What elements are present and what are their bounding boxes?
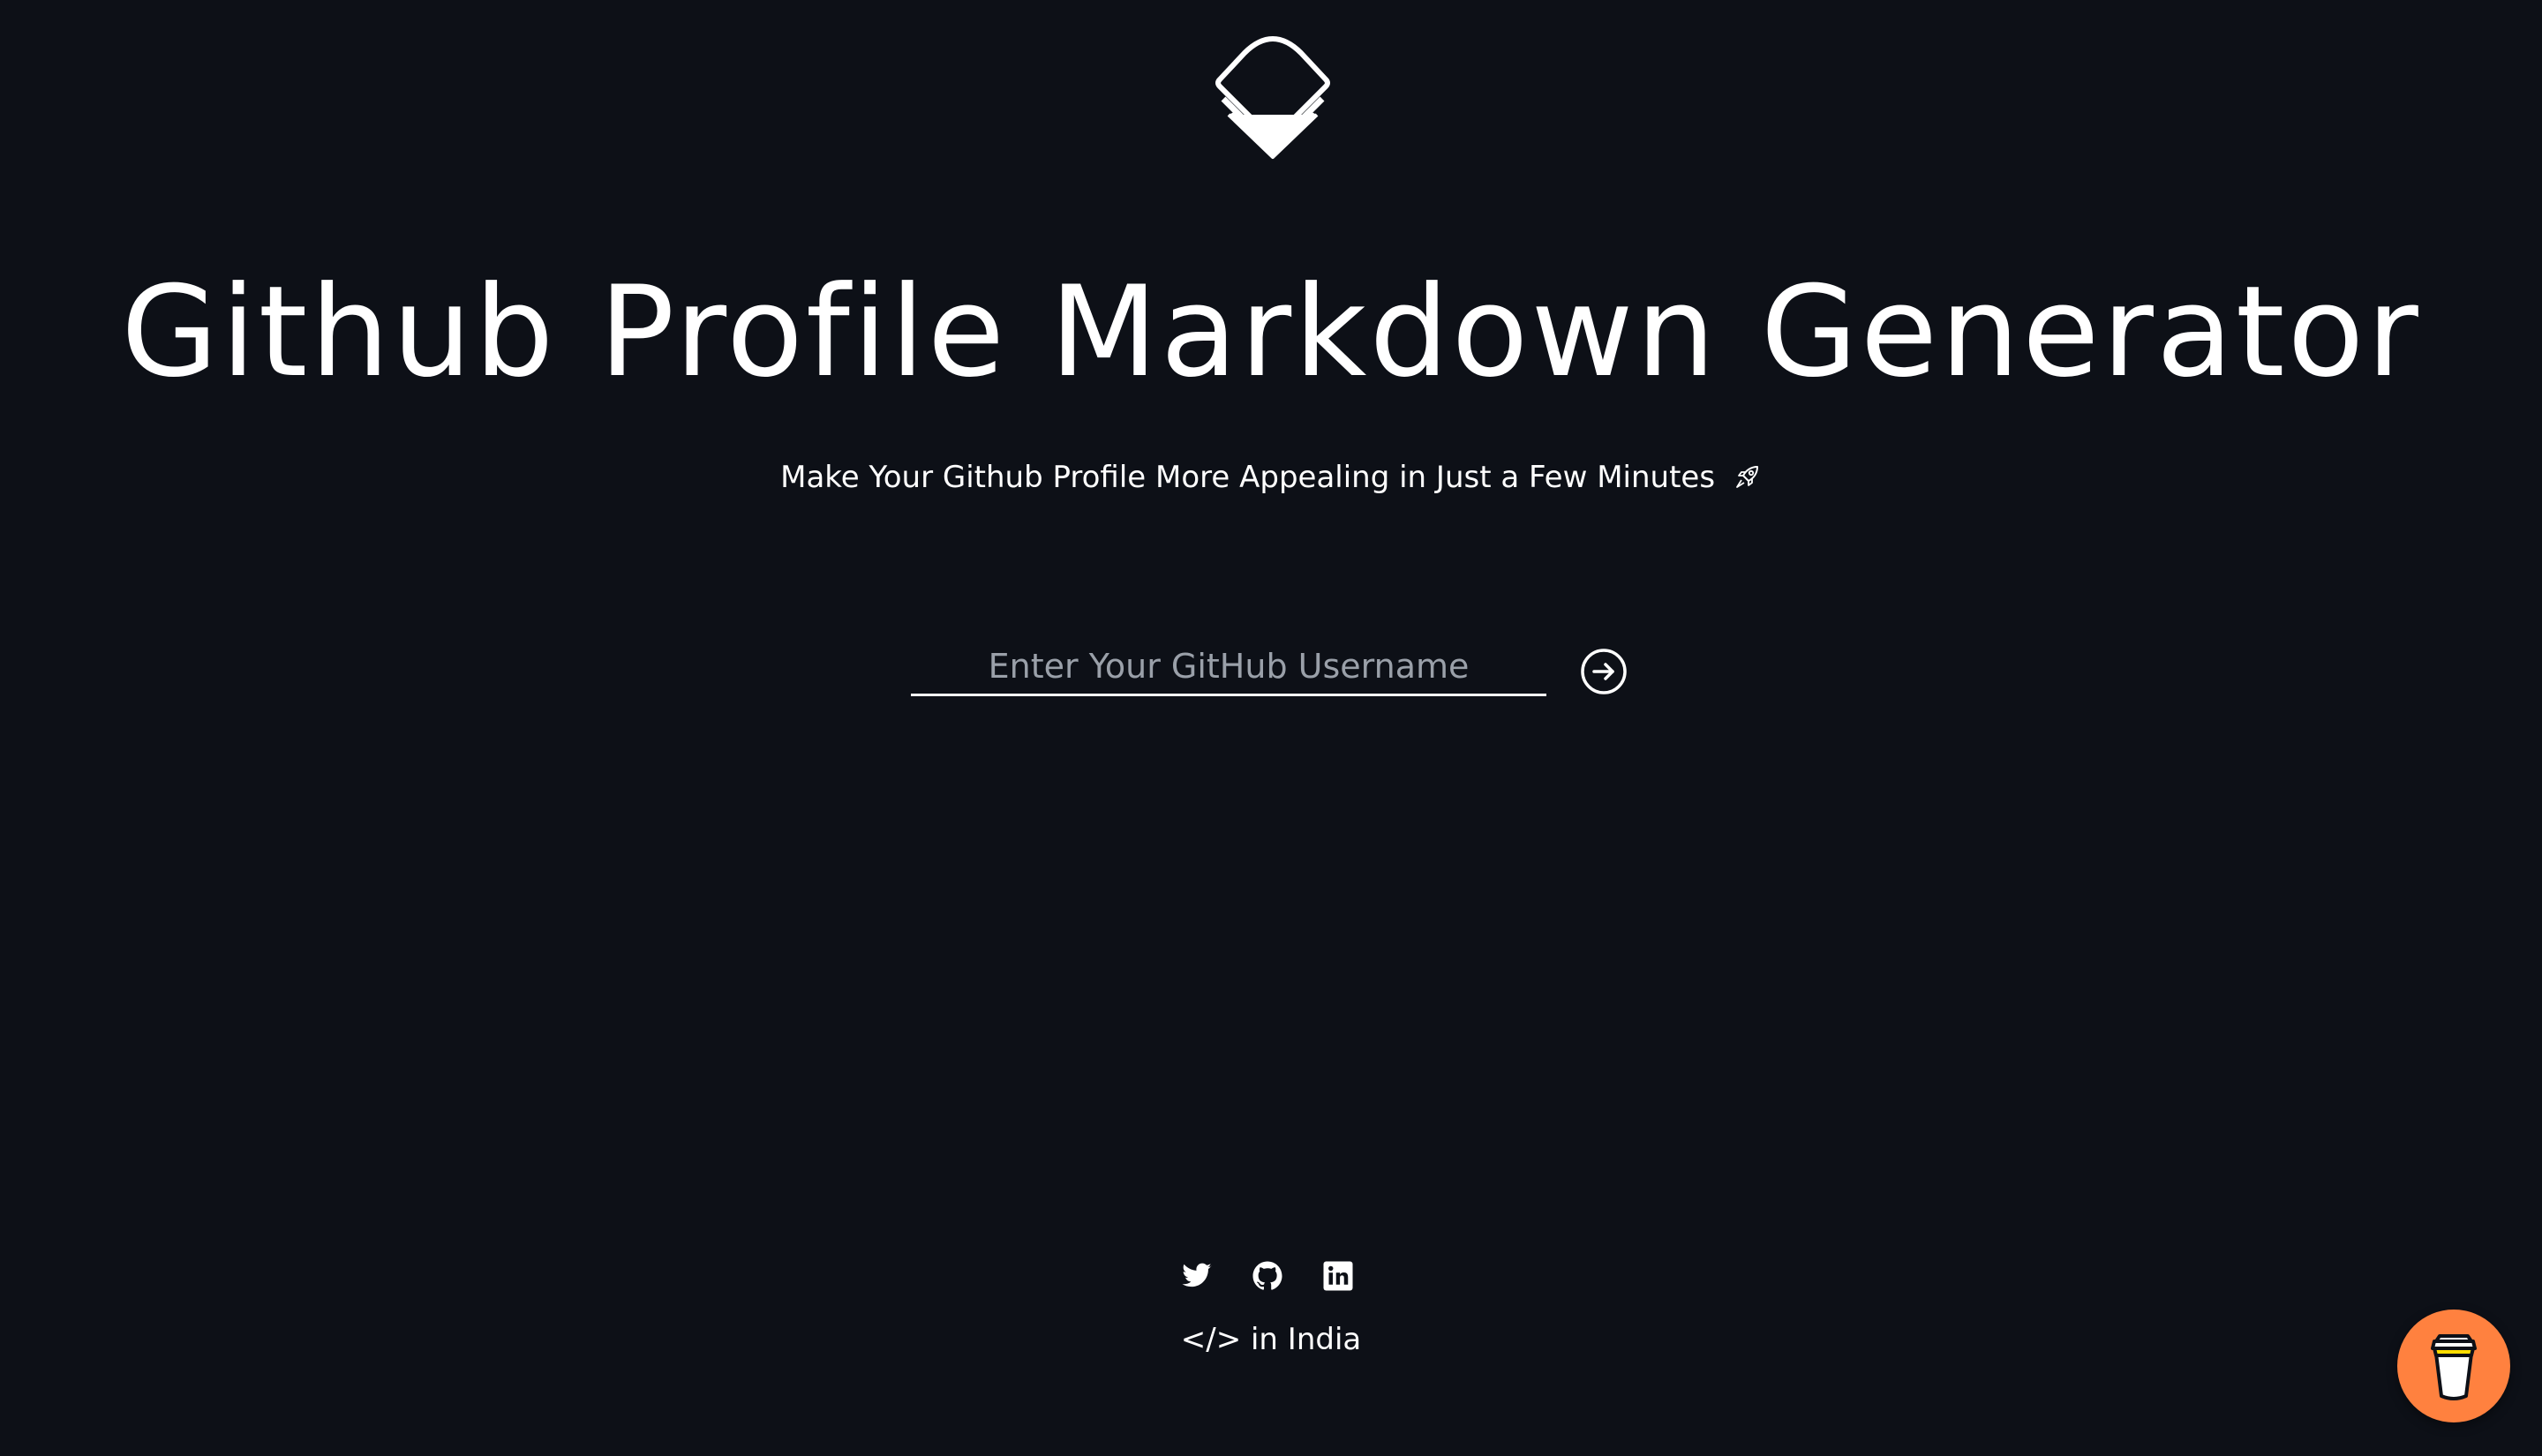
- arrow-right-circle-icon: [1581, 649, 1627, 694]
- page-title: Github Profile Markdown Generator: [121, 259, 2421, 405]
- buy-me-a-coffee-button[interactable]: [2397, 1310, 2510, 1422]
- coffee-cup-icon: [2431, 1334, 2477, 1400]
- twitter-icon: [1182, 1263, 1212, 1287]
- footer-credit: </> in India: [1180, 1322, 1362, 1357]
- layered-diamond-logo-icon[interactable]: [1209, 34, 1336, 161]
- rocket-icon: [1735, 466, 1758, 488]
- submit-button[interactable]: [1580, 648, 1628, 695]
- page: Github Profile Markdown Generator Make Y…: [0, 0, 2542, 1456]
- username-field-wrapper: [911, 639, 1546, 696]
- username-input[interactable]: [911, 639, 1546, 694]
- twitter-link[interactable]: [1181, 1260, 1213, 1292]
- linkedin-icon: [1323, 1261, 1353, 1291]
- github-link[interactable]: [1252, 1260, 1283, 1292]
- social-links: [1181, 1260, 1357, 1299]
- page-subtitle: Make Your Github Profile More Appealing …: [0, 457, 2542, 498]
- github-icon: [1252, 1261, 1282, 1290]
- subtitle-text: Make Your Github Profile More Appealing …: [780, 460, 1716, 495]
- linkedin-link[interactable]: [1322, 1260, 1354, 1292]
